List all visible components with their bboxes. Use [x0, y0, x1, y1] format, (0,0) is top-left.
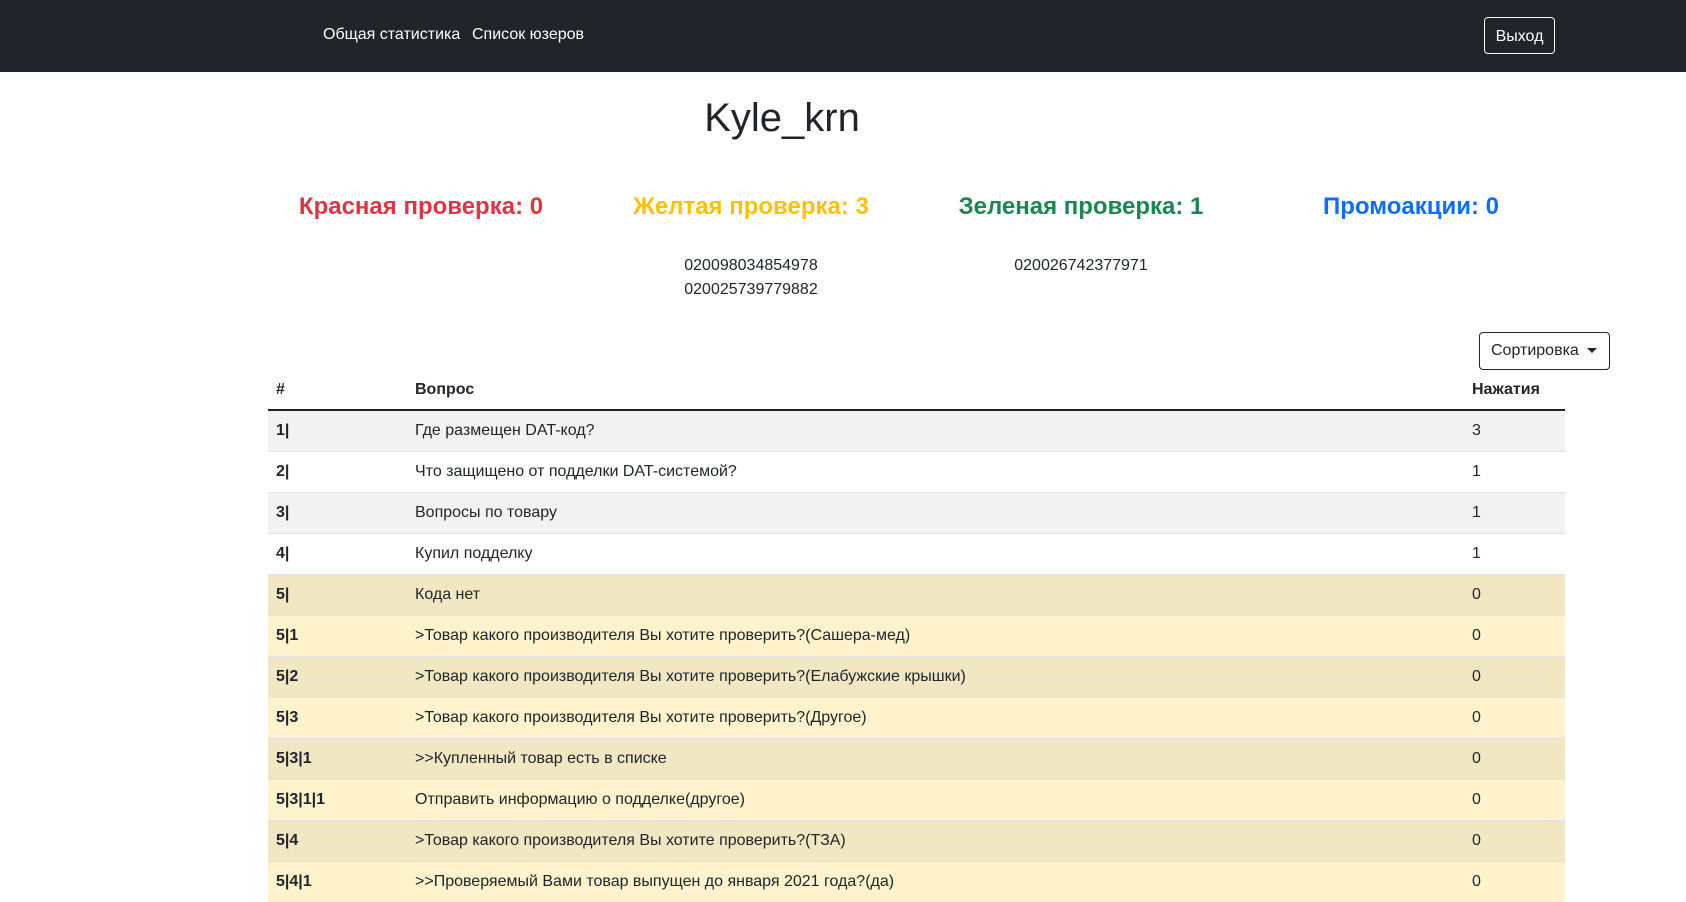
- header-question: Вопрос: [407, 371, 1464, 411]
- caret-down-icon: [1587, 348, 1597, 353]
- table-row: 5|1 >Товар какого производителя Вы хотите…: [268, 614, 1565, 656]
- row-number: 5|2: [268, 655, 407, 697]
- row-number: 5|4: [268, 819, 407, 861]
- logout-button[interactable]: Выход: [1484, 17, 1555, 54]
- sort-dropdown-button[interactable]: Сортировка: [1479, 332, 1610, 370]
- table-row: 5|2 >Товар какого производителя Вы хотите…: [268, 655, 1565, 697]
- row-question: Где размещен DAT-код?: [407, 409, 1464, 451]
- promo-stat: Промоакции: 0: [1323, 193, 1499, 220]
- row-question: >Товар какого производителя Вы хотите пр…: [407, 696, 1464, 738]
- row-clicks: 0: [1464, 655, 1565, 697]
- row-number: 5|4|1: [268, 860, 407, 902]
- row-question: >>Проверяемый Вами товар выпущен до янва…: [407, 860, 1464, 902]
- row-clicks: 0: [1464, 819, 1565, 861]
- row-clicks: 0: [1464, 696, 1565, 738]
- table-row: 5|3|1|1 Отправить информацию о подделке(д…: [268, 778, 1565, 820]
- table-header-row: # Вопрос Нажатия: [268, 371, 1565, 411]
- table-row: 3| Вопросы по товару 1: [268, 491, 1565, 533]
- table-row: 4| Купил подделку 1: [268, 532, 1565, 574]
- table-body: 1| Где размещен DAT-код? 3 2| Что защищено о…: [268, 409, 1565, 902]
- row-number: 5|3|1: [268, 737, 407, 779]
- row-clicks: 0: [1464, 860, 1565, 902]
- table-row: 5|3 >Товар какого производителя Вы хотите…: [268, 696, 1565, 738]
- row-clicks: 3: [1464, 409, 1565, 451]
- row-clicks: 1: [1464, 450, 1565, 492]
- green-codes-list: 020026742377971: [891, 254, 1271, 278]
- row-clicks: 0: [1464, 737, 1565, 779]
- header-number: #: [268, 371, 407, 411]
- table-row: 5| Кода нет 0: [268, 573, 1565, 615]
- row-number: 5|1: [268, 614, 407, 656]
- questions-table: # Вопрос Нажатия 1| Где размещен DAT-код?…: [268, 371, 1565, 902]
- table-row: 1| Где размещен DAT-код? 3: [268, 409, 1565, 451]
- row-number: 5|3|1|1: [268, 778, 407, 820]
- sort-button-label: Сортировка: [1491, 342, 1579, 359]
- yellow-codes-list: 020098034854978 020025739779882: [561, 254, 941, 302]
- row-number: 5|3: [268, 696, 407, 738]
- table-row: 5|4|1 >>Проверяемый Вами товар выпущен до…: [268, 860, 1565, 902]
- row-number: 2|: [268, 450, 407, 492]
- yellow-code-item: 020025739779882: [684, 281, 818, 298]
- row-clicks: 0: [1464, 778, 1565, 820]
- row-number: 3|: [268, 491, 407, 533]
- row-number: 1|: [268, 409, 407, 451]
- row-question: >Товар какого производителя Вы хотите пр…: [407, 819, 1464, 861]
- row-question: >Товар какого производителя Вы хотите пр…: [407, 614, 1464, 656]
- row-clicks: 0: [1464, 614, 1565, 656]
- table-row: 5|3|1 >>Купленный товар есть в списке 0: [268, 737, 1565, 779]
- header-clicks: Нажатия: [1464, 371, 1565, 411]
- row-clicks: 1: [1464, 532, 1565, 574]
- row-question: Вопросы по товару: [407, 491, 1464, 533]
- green-code-item: 020026742377971: [1014, 257, 1148, 274]
- row-question: Купил подделку: [407, 532, 1464, 574]
- row-question: Что защищено от подделки DAT-системой?: [407, 450, 1464, 492]
- row-clicks: 1: [1464, 491, 1565, 533]
- row-clicks: 0: [1464, 573, 1565, 615]
- row-number: 4|: [268, 532, 407, 574]
- table-row: 5|4 >Товар какого производителя Вы хотите…: [268, 819, 1565, 861]
- nav-link-general-stats[interactable]: Общая статистика: [323, 26, 460, 44]
- row-question: >Товар какого производителя Вы хотите пр…: [407, 655, 1464, 697]
- row-question: >>Купленный товар есть в списке: [407, 737, 1464, 779]
- green-check-stat: Зеленая проверка: 1: [958, 193, 1204, 220]
- table-row: 2| Что защищено от подделки DAT-системой?…: [268, 450, 1565, 492]
- row-number: 5|: [268, 573, 407, 615]
- yellow-code-item: 020098034854978: [684, 257, 818, 274]
- yellow-check-stat: Желтая проверка: 3: [633, 193, 869, 220]
- row-question: Отправить информацию о подделке(другое): [407, 778, 1464, 820]
- top-navbar: Общая статистика Список юзеров Выход: [0, 0, 1686, 72]
- page-title: Kyle_krn: [704, 96, 860, 140]
- red-check-stat: Красная проверка: 0: [298, 193, 544, 220]
- row-question: Кода нет: [407, 573, 1464, 615]
- nav-link-users-list[interactable]: Список юзеров: [472, 26, 584, 44]
